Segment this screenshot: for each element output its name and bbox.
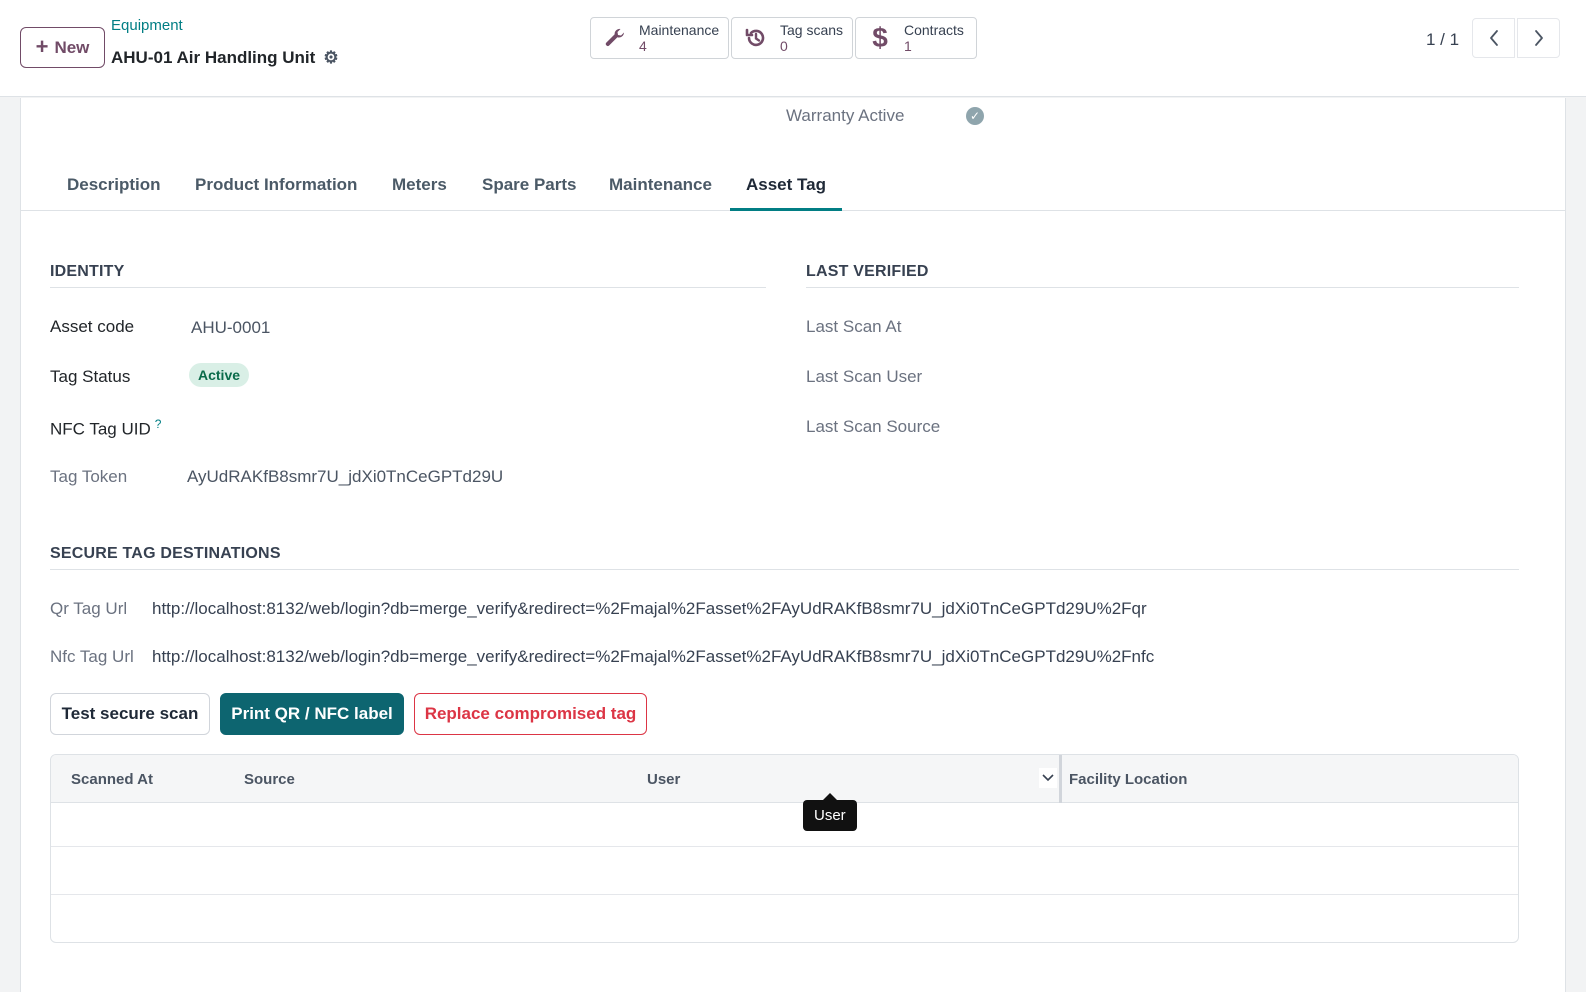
form-sheet: Warranty Active ✓ Description Product In…: [20, 98, 1566, 992]
last-verified-section-title: LAST VERIFIED: [806, 263, 1519, 288]
qr-tag-url-value[interactable]: http://localhost:8132/web/login?db=merge…: [152, 599, 1147, 619]
smart-button-value: 4: [639, 38, 647, 54]
tag-scans-table: Scanned At Source User Facility Location: [50, 754, 1519, 943]
qr-tag-url-label: Qr Tag Url: [50, 599, 128, 618]
smart-button-contracts[interactable]: $ Contracts 1: [855, 17, 977, 59]
replace-compromised-tag-button[interactable]: Replace compromised tag: [414, 693, 647, 735]
tab-spare-parts[interactable]: Spare Parts: [482, 158, 577, 211]
tag-token-value: AyUdRAKfB8smr7U_jdXi0TnCeGPTd29U: [187, 467, 504, 486]
nfc-tag-url-value[interactable]: http://localhost:8132/web/login?db=merge…: [152, 647, 1154, 667]
notebook-tabs: Description Product Information Meters S…: [21, 158, 1566, 211]
column-header-facility-location[interactable]: Facility Location: [1069, 771, 1187, 788]
wrench-icon: [601, 26, 629, 50]
tab-product-information[interactable]: Product Information: [195, 158, 357, 211]
pager-previous-button[interactable]: [1472, 18, 1515, 58]
record-title-text: AHU-01 Air Handling Unit: [111, 48, 316, 67]
tag-status-label: Tag Status: [50, 367, 131, 386]
table-header: Scanned At Source User Facility Location: [51, 755, 1518, 803]
table-row: [51, 803, 1518, 847]
smart-button-value: 1: [904, 38, 912, 54]
pager-next-button[interactable]: [1517, 18, 1560, 58]
column-resize-handle[interactable]: [1059, 755, 1062, 803]
last-scan-source-label: Last Scan Source: [806, 417, 941, 436]
identity-section-title: IDENTITY: [50, 263, 766, 288]
chevron-right-icon: [1534, 30, 1543, 46]
gear-icon[interactable]: ⚙: [323, 48, 338, 68]
history-icon: [742, 26, 770, 50]
column-header-user[interactable]: User: [647, 771, 680, 788]
smart-button-maintenance[interactable]: Maintenance 4: [590, 17, 729, 59]
asset-code-label: Asset code: [50, 317, 135, 336]
last-scan-at-label: Last Scan At: [806, 317, 902, 336]
control-panel: + New Equipment AHU-01 Air Handling Unit…: [0, 0, 1586, 97]
last-scan-user-label: Last Scan User: [806, 367, 923, 386]
record-title: AHU-01 Air Handling Unit ⚙: [111, 48, 339, 68]
breadcrumb-parent-link[interactable]: Equipment: [111, 17, 183, 34]
tab-maintenance[interactable]: Maintenance: [609, 158, 712, 211]
nfc-tag-url-label: Nfc Tag Url: [50, 647, 134, 666]
pager-value[interactable]: 1 / 1: [1426, 30, 1459, 50]
nfc-tag-uid-label: NFC Tag UID?: [50, 417, 161, 440]
tab-meters[interactable]: Meters: [392, 158, 447, 211]
test-secure-scan-button[interactable]: Test secure scan: [50, 693, 210, 735]
plus-icon: +: [35, 33, 49, 59]
column-header-scanned-at[interactable]: Scanned At: [71, 771, 153, 788]
check-circle-icon[interactable]: ✓: [966, 107, 984, 125]
print-label-button[interactable]: Print QR / NFC label: [220, 693, 404, 735]
tab-asset-tag[interactable]: Asset Tag: [730, 158, 842, 211]
tab-description[interactable]: Description: [67, 158, 161, 211]
chevron-left-icon: [1489, 30, 1498, 46]
column-tooltip: User: [803, 793, 857, 831]
asset-code-value[interactable]: AHU-0001: [191, 318, 270, 338]
table-row: [51, 847, 1518, 895]
column-header-source[interactable]: Source: [244, 771, 295, 788]
new-button[interactable]: + New: [20, 27, 105, 68]
smart-button-label: Tag scans: [780, 22, 844, 38]
smart-button-tag-scans[interactable]: Tag scans 0: [731, 17, 853, 59]
tag-token-label: Tag Token: [50, 467, 128, 486]
warranty-active-label: Warranty Active: [786, 106, 905, 125]
secure-tag-destinations-title: SECURE TAG DESTINATIONS: [50, 545, 1519, 570]
dollar-icon: $: [872, 22, 888, 53]
help-tooltip-icon[interactable]: ?: [155, 417, 162, 431]
chevron-down-icon[interactable]: [1039, 768, 1057, 788]
smart-button-label: Contracts: [904, 22, 964, 38]
new-button-label: New: [54, 37, 90, 57]
smart-button-value: 0: [780, 38, 788, 54]
smart-button-label: Maintenance: [639, 22, 720, 38]
tag-status-badge: Active: [189, 363, 250, 387]
nfc-tag-uid-label-text: NFC Tag UID: [50, 419, 151, 439]
table-row: [51, 895, 1518, 942]
